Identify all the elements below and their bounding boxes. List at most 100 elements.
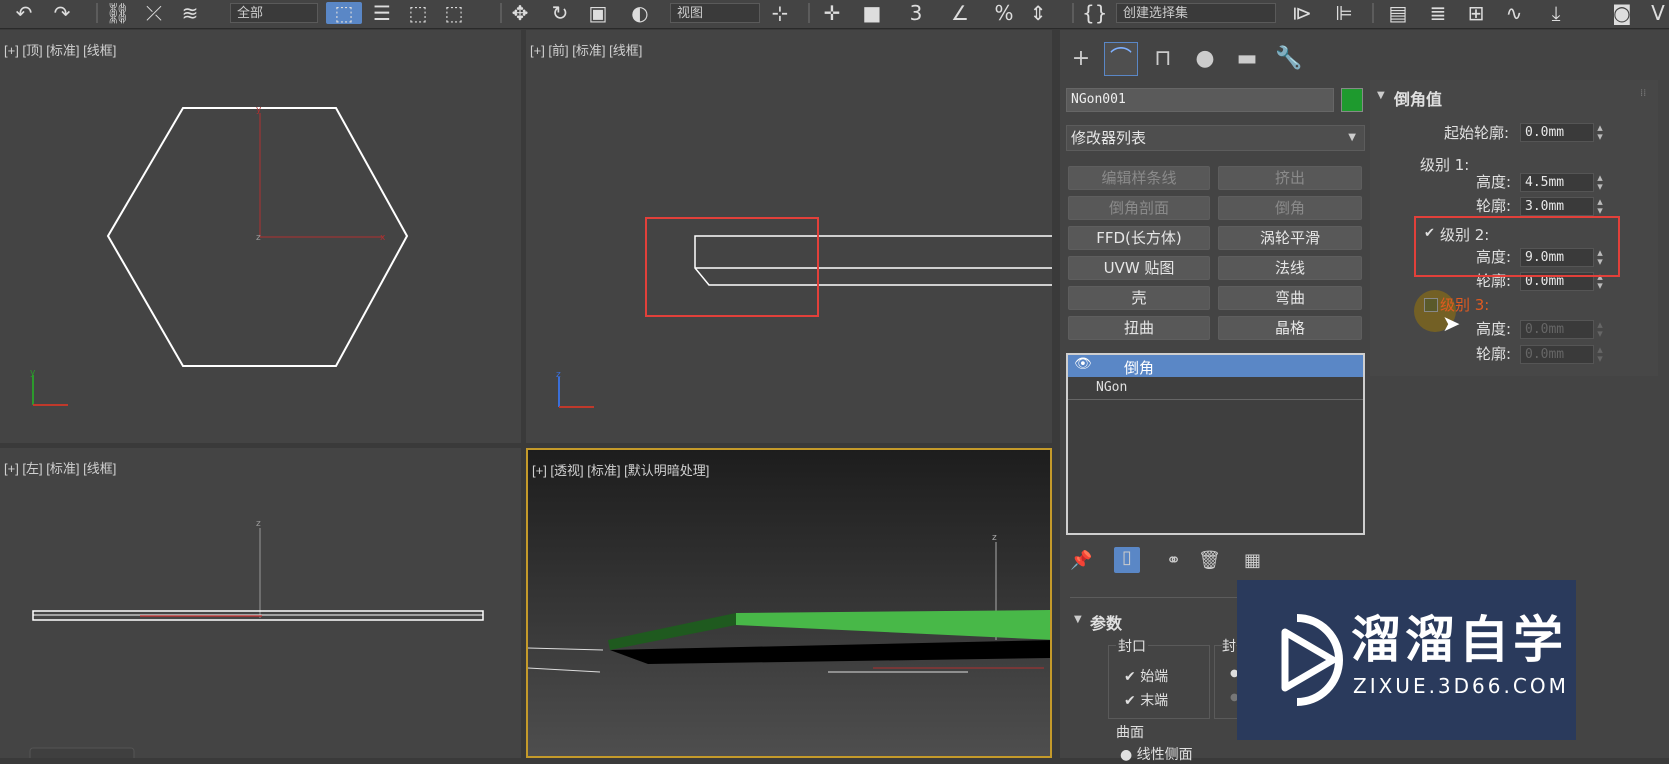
parameters-rollout-title[interactable]: 参数 <box>1090 610 1122 634</box>
redo-icon[interactable]: ↷ <box>48 2 76 24</box>
level3-checkbox[interactable] <box>1424 298 1438 312</box>
spinner-arrows-icon[interactable]: ▴ ▾ <box>1594 196 1606 216</box>
move-icon[interactable]: ✥ <box>506 2 534 24</box>
modifier-button-bend[interactable]: 弯曲 <box>1218 286 1362 310</box>
modifier-button-ffd-box[interactable]: FFD(长方体) <box>1068 226 1210 250</box>
modifier-button-extrude[interactable]: 挤出 <box>1218 166 1362 190</box>
remove-modifier-icon[interactable]: 🗑 <box>1198 550 1221 571</box>
modifier-button-uvw-map[interactable]: UVW 贴图 <box>1068 256 1210 280</box>
select-by-name-icon[interactable]: ☰ <box>368 2 396 24</box>
viewport-navigation-tab <box>29 747 135 758</box>
spline-edge-left <box>528 647 604 651</box>
scene-explorer-icon[interactable]: ⊞ <box>1462 2 1490 24</box>
modifier-button-bevel[interactable]: 倒角 <box>1218 196 1362 220</box>
window-crossing-icon[interactable]: ⬚ <box>440 2 468 24</box>
modifier-list-dropdown[interactable]: 修改器列表 ▼ <box>1066 125 1365 151</box>
display-tab-icon[interactable]: ▬ <box>1230 42 1264 76</box>
cap-end-checkbox[interactable]: ✔ 末端 <box>1124 690 1168 710</box>
bind-space-warp-icon[interactable]: ≋ <box>176 2 204 24</box>
schematic-view-icon[interactable]: ⤓ <box>1542 2 1570 24</box>
bevel-mesh-dark-side <box>608 613 736 650</box>
scale-icon[interactable]: ▣ <box>584 2 612 24</box>
rectangle-selection-icon[interactable]: ⬚ <box>404 2 432 24</box>
bevel-values-title[interactable]: 倒角值 <box>1394 86 1442 110</box>
edit-named-selection-icon[interactable]: {} <box>1082 2 1107 24</box>
select-manipulate-icon[interactable]: ✛ <box>818 2 846 24</box>
toolbar-separator <box>96 3 98 23</box>
render-setup-icon[interactable]: V <box>1648 2 1668 24</box>
keyboard-shortcut-icon[interactable]: ■ <box>858 2 886 24</box>
cap-type-group-label: 封 <box>1222 636 1236 656</box>
align-icon[interactable]: ⊫ <box>1330 2 1358 24</box>
mouse-cursor-icon: ➤ <box>1442 312 1461 337</box>
collapse-arrow-icon[interactable]: ▼ <box>1377 90 1385 101</box>
selection-filter-value: 全部 <box>237 6 264 21</box>
modifier-button-bevel-profile[interactable]: 倒角剖面 <box>1068 196 1210 220</box>
make-unique-icon[interactable]: ⚭ <box>1166 550 1181 571</box>
utilities-tab-icon[interactable]: 🔧 <box>1272 42 1306 76</box>
cap-start-checkbox[interactable]: ✔ 始端 <box>1124 666 1168 686</box>
rotate-icon[interactable]: ↻ <box>546 2 574 24</box>
motion-tab-icon[interactable]: ● <box>1188 42 1222 76</box>
chevron-down-icon: ▼ <box>1348 132 1356 143</box>
stack-item-ngon[interactable]: NGon <box>1068 377 1363 400</box>
spinner-arrows-icon[interactable]: ▴ ▾ <box>1594 122 1606 142</box>
level1-height-field[interactable]: 4.5mm <box>1520 173 1594 192</box>
modifier-stack-list[interactable]: 👁 倒角 NGon <box>1066 353 1365 535</box>
start-outline-field[interactable]: 0.0mm <box>1520 123 1594 142</box>
level1-outline-field[interactable]: 3.0mm <box>1520 197 1594 216</box>
reference-coordinate-dropdown[interactable]: 视图 <box>670 3 760 23</box>
snaps-toggle-icon[interactable]: 3 <box>902 2 930 24</box>
modifier-button-edit-spline[interactable]: 编辑样条线 <box>1068 166 1210 190</box>
create-tab-icon[interactable]: + <box>1064 42 1098 76</box>
gizmo-x-letter: x <box>380 233 386 243</box>
link-icon[interactable]: ⛓ <box>104 2 132 24</box>
level3-outline-field[interactable]: 0.0mm <box>1520 345 1594 364</box>
viewport-front[interactable]: [+] [前] [标准] [线框] z <box>526 30 1052 443</box>
angle-snap-icon[interactable]: ∠ <box>946 2 974 24</box>
selection-filter-dropdown[interactable]: 全部 <box>230 3 318 23</box>
unlink-icon[interactable]: ⤫ <box>140 2 168 24</box>
spinner-snap-icon[interactable]: ⇕ <box>1028 2 1048 24</box>
named-selection-dropdown[interactable]: 创建选择集 <box>1116 3 1276 23</box>
spinner-arrows-icon[interactable]: ▴ ▾ <box>1594 172 1606 192</box>
modifier-button-turbosmooth[interactable]: 涡轮平滑 <box>1218 226 1362 250</box>
toggle-ribbon-icon[interactable]: ≣ <box>1424 2 1452 24</box>
viewport-left[interactable]: [+] [左] [标准] [线框] z <box>0 448 521 758</box>
percent-snap-icon[interactable]: % <box>990 2 1018 24</box>
mirror-icon[interactable]: ⧐ <box>1288 2 1316 24</box>
pivot-center-icon[interactable]: ⊹ <box>766 2 794 24</box>
top-view-drawing: y z x y <box>30 105 409 406</box>
modifier-button-normal[interactable]: 法线 <box>1218 256 1362 280</box>
linear-sides-radio[interactable]: ● 线性侧面 <box>1120 744 1193 764</box>
layer-explorer-icon[interactable]: ▤ <box>1384 2 1412 24</box>
spinner-arrows-icon[interactable]: ▴ ▾ <box>1594 319 1606 339</box>
object-color-swatch[interactable] <box>1341 88 1363 112</box>
hierarchy-tab-icon[interactable]: ⊓ <box>1146 42 1180 76</box>
viewport-top[interactable]: [+] [顶] [标准] [线框] y z x y <box>0 30 521 443</box>
rollout-grip-icon[interactable]: ⁞⁞ <box>1640 88 1646 99</box>
modifier-button-twist[interactable]: 扭曲 <box>1068 316 1210 340</box>
modifier-button-lattice[interactable]: 晶格 <box>1218 316 1362 340</box>
curve-editor-icon[interactable]: ∿ <box>1500 2 1528 24</box>
select-object-icon[interactable]: ⬚ <box>326 2 362 24</box>
configure-modifier-sets-icon[interactable]: ▦ <box>1244 550 1261 571</box>
modifier-button-shell[interactable]: 壳 <box>1068 286 1210 310</box>
modify-tab-icon[interactable]: ⌒ <box>1104 42 1138 76</box>
object-name-field[interactable]: NGon001 <box>1066 88 1334 112</box>
show-end-result-icon[interactable]: ▯ <box>1114 547 1140 573</box>
surface-group-label: 曲面 <box>1116 725 1144 741</box>
highlight-box-bevel-profile <box>645 217 819 317</box>
undo-icon[interactable]: ↶ <box>10 2 38 24</box>
level3-height-field[interactable]: 0.0mm <box>1520 320 1594 339</box>
visibility-eye-icon[interactable]: 👁 <box>1074 356 1092 372</box>
gizmo-z-letter: z <box>256 233 261 243</box>
viewport-perspective[interactable]: [+] [透视] [标准] [默认明暗处理] z <box>526 448 1052 758</box>
spinner-arrows-icon[interactable]: ▴ ▾ <box>1594 344 1606 364</box>
place-icon[interactable]: ◐ <box>626 2 654 24</box>
material-editor-icon[interactable]: ◙ <box>1608 2 1636 24</box>
watermark-brand-text: 溜溜自学 <box>1351 611 1567 669</box>
pin-stack-icon[interactable]: 📌 <box>1070 550 1092 571</box>
collapse-arrow-icon[interactable]: ▼ <box>1074 614 1082 625</box>
stack-item-bevel[interactable]: 👁 倒角 <box>1068 355 1363 377</box>
